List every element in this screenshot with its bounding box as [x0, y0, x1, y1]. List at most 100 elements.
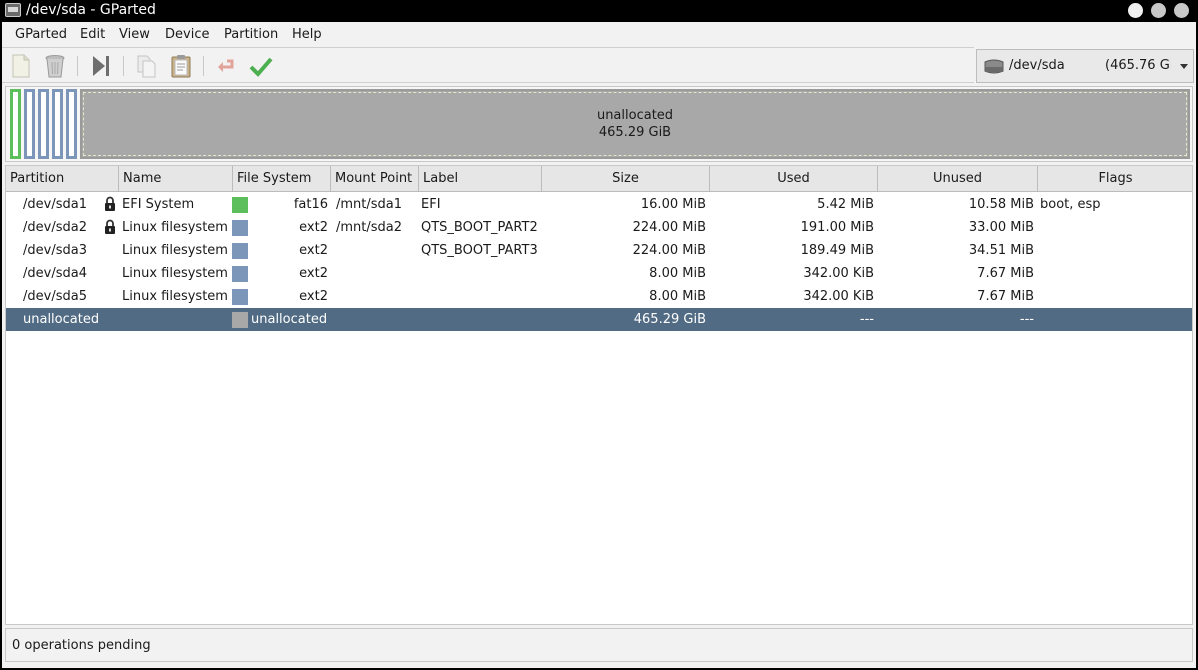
cell-name: Linux filesystem: [122, 220, 228, 235]
cell-name: [122, 308, 232, 331]
cell-mount: /mnt/sda1: [336, 197, 403, 212]
menu-edit[interactable]: Edit: [80, 27, 105, 42]
column-header-label[interactable]: Label: [419, 166, 542, 192]
device-name: /dev/sda: [1009, 58, 1065, 73]
cell-name: EFI System: [122, 197, 195, 212]
cell-unused: 33.00 MiB: [968, 220, 1034, 235]
apply-button[interactable]: [246, 51, 276, 81]
diskmap-partition-sda1[interactable]: [10, 89, 21, 159]
minimize-button[interactable]: [1128, 3, 1143, 18]
cell-name: Linux filesystem: [122, 289, 228, 304]
column-header-filesystem[interactable]: File System: [233, 166, 331, 192]
device-size: (465.76 GiB): [1105, 58, 1171, 73]
column-header-name[interactable]: Name: [119, 166, 233, 192]
cell-name: Linux filesystem: [122, 243, 228, 258]
undo-button[interactable]: [212, 51, 242, 81]
diskmap-partition-sda2[interactable]: [24, 89, 35, 159]
maximize-button[interactable]: [1151, 3, 1166, 18]
cell-size: 16.00 MiB: [640, 197, 706, 212]
table-row[interactable]: /dev/sda5 Linux filesystem ext2 8.00 MiB 342…: [6, 285, 1192, 308]
cell-mount: /mnt/sda2: [336, 220, 403, 235]
cell-filesystem: ext2: [299, 243, 328, 258]
chevron-down-icon: [1180, 64, 1188, 69]
delete-partition-button[interactable]: [40, 51, 70, 81]
column-header-size[interactable]: Size: [542, 166, 710, 192]
new-partition-button[interactable]: [6, 51, 36, 81]
table-row[interactable]: unallocated unallocated 465.29 GiB --- ---: [6, 308, 1192, 331]
cell-partition: /dev/sda2: [23, 220, 87, 235]
cell-unused: 34.51 MiB: [968, 243, 1034, 258]
cell-mount: [336, 262, 418, 285]
table-row[interactable]: /dev/sda4 Linux filesystem ext2 8.00 MiB 342…: [6, 262, 1192, 285]
menu-device[interactable]: Device: [165, 27, 209, 42]
apply-icon: [249, 57, 273, 77]
table-row[interactable]: /dev/sda2 Linux filesystem ext2/mnt/sda2 QT…: [6, 216, 1192, 239]
menu-gparted[interactable]: GParted: [15, 27, 67, 42]
column-header-unused[interactable]: Unused: [878, 166, 1038, 192]
table-row[interactable]: /dev/sda3 Linux filesystem ext2 QTS_BOOT_PA…: [6, 239, 1192, 262]
delete-icon: [45, 55, 65, 78]
column-header-flags[interactable]: Flags: [1038, 166, 1192, 192]
cell-flags: [1040, 308, 1190, 331]
diskmap-partition-sda5[interactable]: [66, 89, 77, 159]
cell-unused: 7.67 MiB: [977, 289, 1034, 304]
cell-filesystem: unallocated: [251, 312, 328, 327]
filesystem-color-swatch: [232, 289, 248, 305]
diskmap-label: unallocated 465.29 GiB: [82, 107, 1188, 141]
cell-label: EFI: [421, 197, 441, 212]
cell-used: 342.00 KiB: [803, 266, 874, 281]
cell-filesystem: fat16: [293, 197, 328, 212]
cell-partition: /dev/sda3: [23, 243, 87, 258]
lock-icon: [105, 196, 115, 211]
app-icon: [5, 3, 21, 17]
resize-move-button[interactable]: [86, 51, 116, 81]
cell-size: 224.00 MiB: [632, 220, 706, 235]
cell-filesystem: ext2: [299, 266, 328, 281]
filesystem-color-swatch: [232, 220, 248, 236]
filesystem-color-swatch: [232, 197, 248, 213]
cell-size: 8.00 MiB: [649, 289, 706, 304]
cell-partition: /dev/sda5: [23, 289, 87, 304]
cell-mount: [336, 308, 418, 331]
copy-button[interactable]: [132, 51, 162, 81]
cell-used: 191.00 MiB: [800, 220, 874, 235]
new-icon: [12, 54, 30, 78]
menu-partition[interactable]: Partition: [224, 27, 278, 42]
cell-size: 224.00 MiB: [632, 243, 706, 258]
menu-help[interactable]: Help: [292, 27, 322, 42]
menu-view[interactable]: View: [119, 27, 150, 42]
cell-unused: 10.58 MiB: [968, 197, 1034, 212]
paste-icon: [171, 55, 191, 78]
status-text: 0 operations pending: [12, 638, 151, 653]
cell-unused: ---: [1019, 312, 1034, 327]
partition-table: Partition Name File System Mount Point L…: [5, 165, 1193, 625]
cell-mount: [336, 239, 418, 262]
diskmap-partition-sda4[interactable]: [52, 89, 63, 159]
filesystem-color-swatch: [232, 266, 248, 282]
paste-button[interactable]: [166, 51, 196, 81]
cell-flags: boot, esp: [1040, 197, 1101, 212]
lock-icon: [105, 219, 115, 234]
diskmap-unallocated[interactable]: unallocated 465.29 GiB: [80, 89, 1190, 159]
menu-bar: GParted Edit View Device Partition Help: [2, 22, 1196, 47]
cell-flags: [1040, 216, 1190, 239]
column-header-partition[interactable]: Partition: [6, 166, 119, 192]
toolbar-separator: [123, 56, 124, 76]
filesystem-color-swatch: [232, 312, 248, 328]
device-selector[interactable]: /dev/sda (465.76 GiB): [976, 49, 1194, 83]
status-bar: 0 operations pending: [5, 628, 1193, 662]
cell-partition: /dev/sda4: [23, 266, 87, 281]
cell-used: 5.42 MiB: [817, 197, 874, 212]
cell-label: QTS_BOOT_PART3: [421, 243, 538, 258]
table-row[interactable]: /dev/sda1 EFI System fat16/mnt/sda1 EFI 16.0…: [6, 193, 1192, 216]
toolbar-separator: [77, 56, 78, 76]
column-header-used[interactable]: Used: [710, 166, 878, 192]
cell-unused: 7.67 MiB: [977, 266, 1034, 281]
cell-filesystem: ext2: [299, 220, 328, 235]
resize-move-icon: [93, 56, 109, 76]
diskmap-unallocated-size: 465.29 GiB: [598, 125, 672, 140]
column-header-mount-point[interactable]: Mount Point: [331, 166, 419, 192]
close-button[interactable]: [1174, 3, 1189, 18]
diskmap-partition-sda3[interactable]: [38, 89, 49, 159]
cell-label: [421, 308, 541, 331]
